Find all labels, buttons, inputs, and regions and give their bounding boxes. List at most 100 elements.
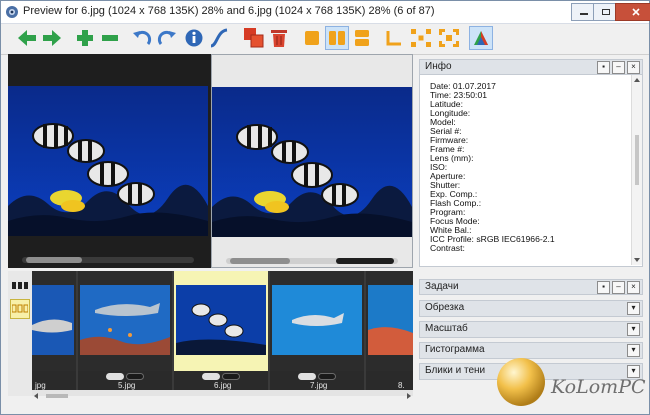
arrow-right-icon: [43, 30, 61, 46]
curve-icon: [210, 28, 228, 48]
copy-button[interactable]: [242, 26, 266, 50]
thumbnail-item[interactable]: [78, 271, 172, 371]
next-button[interactable]: [40, 26, 64, 50]
highlights-panel-title: Блики и тени: [425, 365, 486, 376]
thumbnail-item[interactable]: [270, 271, 364, 371]
minus-icon: [102, 35, 118, 41]
thumbnail-image: [176, 285, 266, 355]
toolbar: [1, 24, 649, 55]
fish-photo: [8, 86, 208, 236]
thumbnail-toggle[interactable]: [202, 373, 220, 380]
crop-panel-header[interactable]: Обрезка ▾: [419, 300, 643, 317]
single-view-icon: [305, 31, 319, 45]
right-panel: Инфо ▪ – × Date: 01.07.2017 Time: 23:50:…: [419, 59, 643, 380]
maximize-icon: [602, 9, 610, 15]
thumbnail-toggle-alt[interactable]: [126, 373, 144, 380]
delete-button[interactable]: [267, 26, 291, 50]
close-panel-icon[interactable]: ×: [627, 281, 640, 294]
corner-icon: [386, 31, 401, 46]
fullscreen-icon: [439, 29, 459, 47]
scale-panel-title: Масштаб: [425, 323, 468, 334]
tasks-panel-title: Задачи: [425, 281, 459, 292]
info-line: Contrast:: [430, 243, 465, 253]
close-icon: [632, 8, 640, 16]
collapse-icon[interactable]: –: [612, 61, 625, 74]
scroll-arrows-icon: [634, 78, 640, 262]
right-pane-scroll-end: [336, 258, 394, 264]
info-panel-title: Инфо: [425, 61, 452, 72]
watermark: KoLomPC: [493, 354, 646, 410]
right-pane-scroll-thumb[interactable]: [230, 258, 290, 264]
fish-photo-compare: [212, 87, 412, 237]
fit-button[interactable]: [409, 26, 433, 50]
scale-panel-header[interactable]: Масштаб ▾: [419, 321, 643, 338]
color-button[interactable]: [469, 26, 493, 50]
zoom-in-button[interactable]: [73, 26, 97, 50]
fit-icon: [411, 29, 431, 47]
pin-icon[interactable]: ▪: [597, 281, 610, 294]
preview-window: Preview for 6.jpg (1024 x 768 135K) 28% …: [0, 0, 650, 415]
thumbnail-item[interactable]: [32, 271, 76, 371]
thumbnail-toggle-alt[interactable]: [222, 373, 240, 380]
thumbnail-caption: jpg: [32, 371, 76, 391]
collapse-icon[interactable]: –: [612, 281, 625, 294]
minimize-icon: [580, 13, 588, 15]
thumbnail-toggle-alt[interactable]: [318, 373, 336, 380]
close-button[interactable]: [615, 3, 650, 21]
rotate-left-button[interactable]: [130, 26, 154, 50]
thumbnail-image: [80, 285, 170, 355]
zoom-out-button[interactable]: [98, 26, 122, 50]
thumbnail-filename: 7.jpg: [310, 381, 328, 390]
preview-area: [8, 54, 413, 268]
crop-corner-button[interactable]: [382, 26, 406, 50]
app-icon: [6, 6, 18, 18]
curves-button[interactable]: [207, 26, 231, 50]
split-vertical-button[interactable]: [325, 26, 349, 50]
info-panel-header[interactable]: Инфо ▪ – ×: [419, 59, 643, 75]
thumbnail-scrollbar[interactable]: [32, 390, 413, 399]
strip-grid-button[interactable]: [10, 299, 30, 319]
plus-icon: [77, 30, 93, 46]
thumbnail-grid-icon: [12, 304, 28, 313]
scroll-arrows-icon: [34, 393, 411, 399]
right-preview-pane[interactable]: [211, 54, 413, 268]
expand-icon[interactable]: ▾: [627, 302, 640, 315]
info-button[interactable]: [182, 26, 206, 50]
crop-panel-title: Обрезка: [425, 302, 465, 313]
thumbnail-image: [272, 285, 362, 355]
pin-icon[interactable]: ▪: [597, 61, 610, 74]
left-preview-pane[interactable]: [8, 54, 210, 268]
thumbnail-filename: jpg: [35, 381, 46, 390]
rotate-right-button[interactable]: [155, 26, 179, 50]
expand-icon[interactable]: ▾: [627, 323, 640, 336]
strip-layout-button[interactable]: [10, 276, 30, 296]
title-bar: Preview for 6.jpg (1024 x 768 135K) 28% …: [1, 1, 650, 24]
arrow-left-icon: [18, 30, 36, 46]
left-pane-scroll-thumb[interactable]: [26, 257, 82, 263]
info-box: Date: 01.07.2017 Time: 23:50:01 Latitude…: [419, 75, 643, 267]
thumbnail-item-selected[interactable]: [174, 271, 268, 371]
strip-toolbar: [8, 271, 32, 396]
thumbnail-filename: 6.jpg: [214, 381, 232, 390]
thumbnail-caption: 5.jpg: [78, 371, 172, 391]
copy-icon: [244, 28, 264, 48]
window-title: Preview for 6.jpg (1024 x 768 135K) 28% …: [23, 5, 435, 17]
thumbnail-strip: jpg 5.jpg 6.jpg 7.jpg 8.: [8, 271, 413, 399]
color-icon: [474, 31, 488, 45]
close-panel-icon[interactable]: ×: [627, 61, 640, 74]
info-scrollbar[interactable]: [631, 75, 642, 265]
thumbnail-caption: 6.jpg: [174, 371, 268, 391]
fullscreen-button[interactable]: [437, 26, 461, 50]
thumbnail-item[interactable]: [366, 271, 413, 371]
previous-button[interactable]: [15, 26, 39, 50]
thumbnail-image: [32, 285, 74, 355]
split-horizontal-button[interactable]: [350, 26, 374, 50]
tasks-panel-header[interactable]: Задачи ▪ – ×: [419, 279, 643, 295]
right-pane-scrollbar[interactable]: [226, 258, 398, 264]
split-horizontal-icon: [355, 30, 369, 46]
left-pane-scrollbar[interactable]: [22, 257, 194, 263]
watermark-text: KoLomPC: [551, 376, 646, 398]
single-view-button[interactable]: [300, 26, 324, 50]
thumbnail-toggle[interactable]: [106, 373, 124, 380]
thumbnail-toggle[interactable]: [298, 373, 316, 380]
